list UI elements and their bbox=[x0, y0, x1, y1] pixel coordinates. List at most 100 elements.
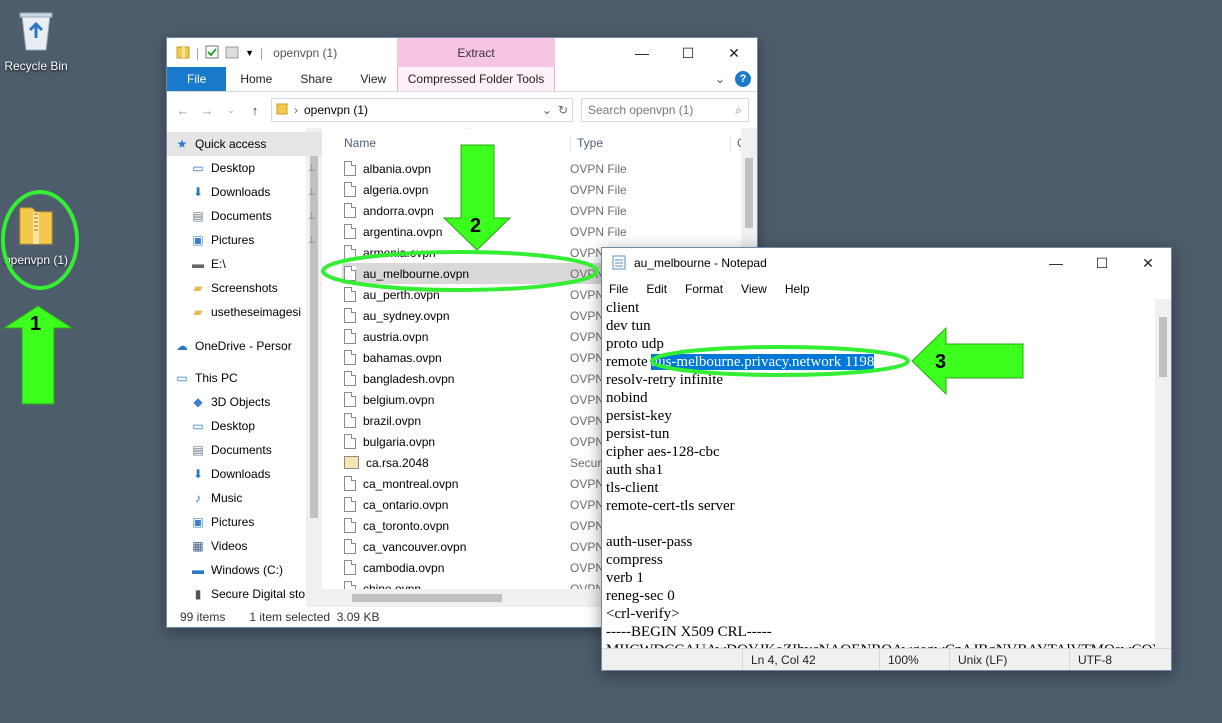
folder-icon: ▰ bbox=[193, 281, 203, 295]
address-bar[interactable]: › openvpn (1) ⌄ ↻ bbox=[271, 98, 573, 122]
sidebar-item-pictures[interactable]: ▣ Pictures bbox=[167, 510, 322, 534]
sidebar-item-3d-objects[interactable]: ◆ 3D Objects bbox=[167, 390, 322, 414]
search-input[interactable]: Search openvpn (1) ⌕ bbox=[581, 98, 749, 122]
sidebar-item-pictures[interactable]: ▣ Pictures ⊥ bbox=[167, 228, 322, 252]
documents-icon: ▤ bbox=[192, 209, 204, 223]
tab-share[interactable]: Share bbox=[286, 67, 346, 91]
notepad-close-button[interactable]: ✕ bbox=[1125, 248, 1171, 278]
pictures-icon: ▣ bbox=[192, 233, 204, 247]
minimize-button[interactable]: — bbox=[619, 38, 665, 68]
back-arrow-icon[interactable]: ← bbox=[175, 103, 191, 118]
help-icon[interactable]: ? bbox=[735, 71, 751, 87]
refresh-icon[interactable]: ↻ bbox=[558, 103, 568, 117]
file-icon bbox=[344, 245, 356, 260]
up-arrow-icon[interactable]: ↑ bbox=[247, 103, 263, 118]
file-name-cell: bahamas.ovpn bbox=[342, 350, 550, 365]
sidebar-item-usetheseimagesi[interactable]: ▰ usetheseimagesi bbox=[167, 300, 322, 324]
sidebar-item-desktop[interactable]: ▭ Desktop bbox=[167, 414, 322, 438]
menu-help[interactable]: Help bbox=[785, 282, 810, 296]
sidebar-item-documents[interactable]: ▤ Documents ⊥ bbox=[167, 204, 322, 228]
star-icon: ★ bbox=[176, 137, 188, 151]
file-name: ca.rsa.2048 bbox=[366, 455, 429, 470]
file-icon bbox=[344, 329, 356, 344]
file-type: OVPN File bbox=[570, 203, 627, 218]
menu-file[interactable]: File bbox=[609, 282, 628, 296]
tab-compressed-folder-tools[interactable]: Compressed Folder Tools bbox=[397, 67, 555, 91]
properties-icon[interactable] bbox=[205, 45, 219, 62]
sidebar-item-label: Downloads bbox=[211, 467, 271, 481]
address-dropdown-icon[interactable]: ⌄ bbox=[542, 103, 552, 117]
file-icon bbox=[344, 518, 356, 533]
sidebar-item-label: Videos bbox=[211, 539, 248, 553]
file-type: OVPN bbox=[570, 329, 605, 344]
column-name[interactable]: Name bbox=[342, 136, 570, 150]
file-row[interactable]: argentina.ovpn OVPN File bbox=[342, 221, 757, 242]
file-row[interactable]: andorra.ovpn OVPN File bbox=[342, 200, 757, 221]
line-ending: Unix (LF) bbox=[949, 649, 1069, 670]
search-placeholder: Search openvpn (1) bbox=[588, 103, 694, 117]
file-name: ca_ontario.ovpn bbox=[363, 497, 449, 512]
file-name-cell: au_sydney.ovpn bbox=[342, 308, 550, 323]
notepad-vertical-scrollbar[interactable] bbox=[1155, 299, 1171, 648]
sidebar-item-secure-digital-sto[interactable]: ▮ Secure Digital sto bbox=[167, 582, 322, 606]
recycle-bin-desktop-icon[interactable]: Recycle Bin bbox=[0, 8, 72, 73]
notepad-text-area[interactable]: client dev tun proto udp remote aus-melb… bbox=[602, 299, 1155, 648]
openvpn-zip-desktop-icon[interactable]: openvpn (1) bbox=[0, 202, 72, 267]
file-name: bangladesh.ovpn bbox=[363, 371, 455, 386]
sidebar-item-this-pc[interactable]: ▭ This PC bbox=[167, 366, 322, 390]
tab-file[interactable]: File bbox=[167, 67, 227, 91]
sidebar-item-windows-c[interactable]: ▬ Windows (C:) bbox=[167, 558, 322, 582]
zip-folder-icon bbox=[0, 202, 72, 249]
customize-toolbar-icon[interactable]: ▼ bbox=[245, 48, 254, 58]
file-icon bbox=[344, 539, 356, 554]
notepad-minimize-button[interactable]: — bbox=[1033, 248, 1079, 278]
sidebar-item-music[interactable]: ♪ Music bbox=[167, 486, 322, 510]
separator-icon: | bbox=[196, 46, 200, 60]
file-name: austria.ovpn bbox=[363, 329, 429, 344]
file-icon bbox=[344, 413, 356, 428]
tab-view[interactable]: View bbox=[346, 67, 400, 91]
menu-view[interactable]: View bbox=[741, 282, 767, 296]
file-row[interactable]: algeria.ovpn OVPN File bbox=[342, 179, 757, 200]
column-type[interactable]: Type bbox=[570, 136, 730, 150]
sidebar-item-screenshots[interactable]: ▰ Screenshots bbox=[167, 276, 322, 300]
sidebar-item-documents[interactable]: ▤ Documents bbox=[167, 438, 322, 462]
zoom-level: 100% bbox=[879, 649, 949, 670]
sidebar-item-label: Screenshots bbox=[211, 281, 278, 295]
recent-locations-icon[interactable]: ⌄ bbox=[223, 105, 239, 116]
sidebar-item-label: Pictures bbox=[211, 515, 255, 529]
sidebar-item-downloads[interactable]: ⬇ Downloads ⊥ bbox=[167, 180, 322, 204]
tab-home[interactable]: Home bbox=[226, 67, 286, 91]
quick-access-toolbar: | ▼ | bbox=[167, 45, 263, 62]
file-row[interactable]: albania.ovpn OVPN File bbox=[342, 158, 757, 179]
file-type: Secur bbox=[570, 455, 602, 470]
sidebar-item-label: Secure Digital sto bbox=[211, 587, 306, 601]
file-name: armenia.ovpn bbox=[363, 245, 436, 260]
file-name: ca_toronto.ovpn bbox=[363, 518, 450, 533]
menu-format[interactable]: Format bbox=[685, 282, 723, 296]
notepad-maximize-button[interactable]: ☐ bbox=[1079, 248, 1125, 278]
explorer-title-bar: | ▼ | openvpn (1) Extract — ☐ ✕ bbox=[167, 38, 757, 68]
file-icon bbox=[344, 350, 356, 365]
file-name-cell: armenia.ovpn bbox=[342, 245, 550, 260]
close-button[interactable]: ✕ bbox=[711, 38, 757, 68]
sidebar-item-label: Downloads bbox=[211, 185, 271, 199]
maximize-button[interactable]: ☐ bbox=[665, 38, 711, 68]
sidebar-item-downloads[interactable]: ⬇ Downloads bbox=[167, 462, 322, 486]
menu-edit[interactable]: Edit bbox=[646, 282, 667, 296]
expand-ribbon-icon[interactable]: ⌄ bbox=[715, 72, 725, 86]
forward-arrow-icon[interactable]: → bbox=[199, 103, 215, 118]
sidebar-item-onedrive-persor[interactable]: ☁ OneDrive - Persor bbox=[167, 334, 322, 358]
new-folder-icon[interactable] bbox=[225, 45, 239, 62]
file-type: OVPN bbox=[570, 434, 605, 449]
sidebar-item-videos[interactable]: ▦ Videos bbox=[167, 534, 322, 558]
sidebar-item-e[interactable]: ▬ E:\ bbox=[167, 252, 322, 276]
sidebar-item-desktop[interactable]: ▭ Desktop ⊥ bbox=[167, 156, 322, 180]
extract-context-tab[interactable]: Extract bbox=[397, 38, 555, 68]
file-type: OVPN File bbox=[570, 224, 627, 239]
file-type: OVPN bbox=[570, 560, 605, 575]
sidebar-item-quick-access[interactable]: ★ Quick access bbox=[167, 132, 322, 156]
file-type: OVPN bbox=[570, 245, 605, 260]
pin-icon: ⊥ bbox=[307, 234, 316, 246]
notepad-status-bar: Ln 4, Col 42 100% Unix (LF) UTF-8 bbox=[602, 648, 1171, 670]
